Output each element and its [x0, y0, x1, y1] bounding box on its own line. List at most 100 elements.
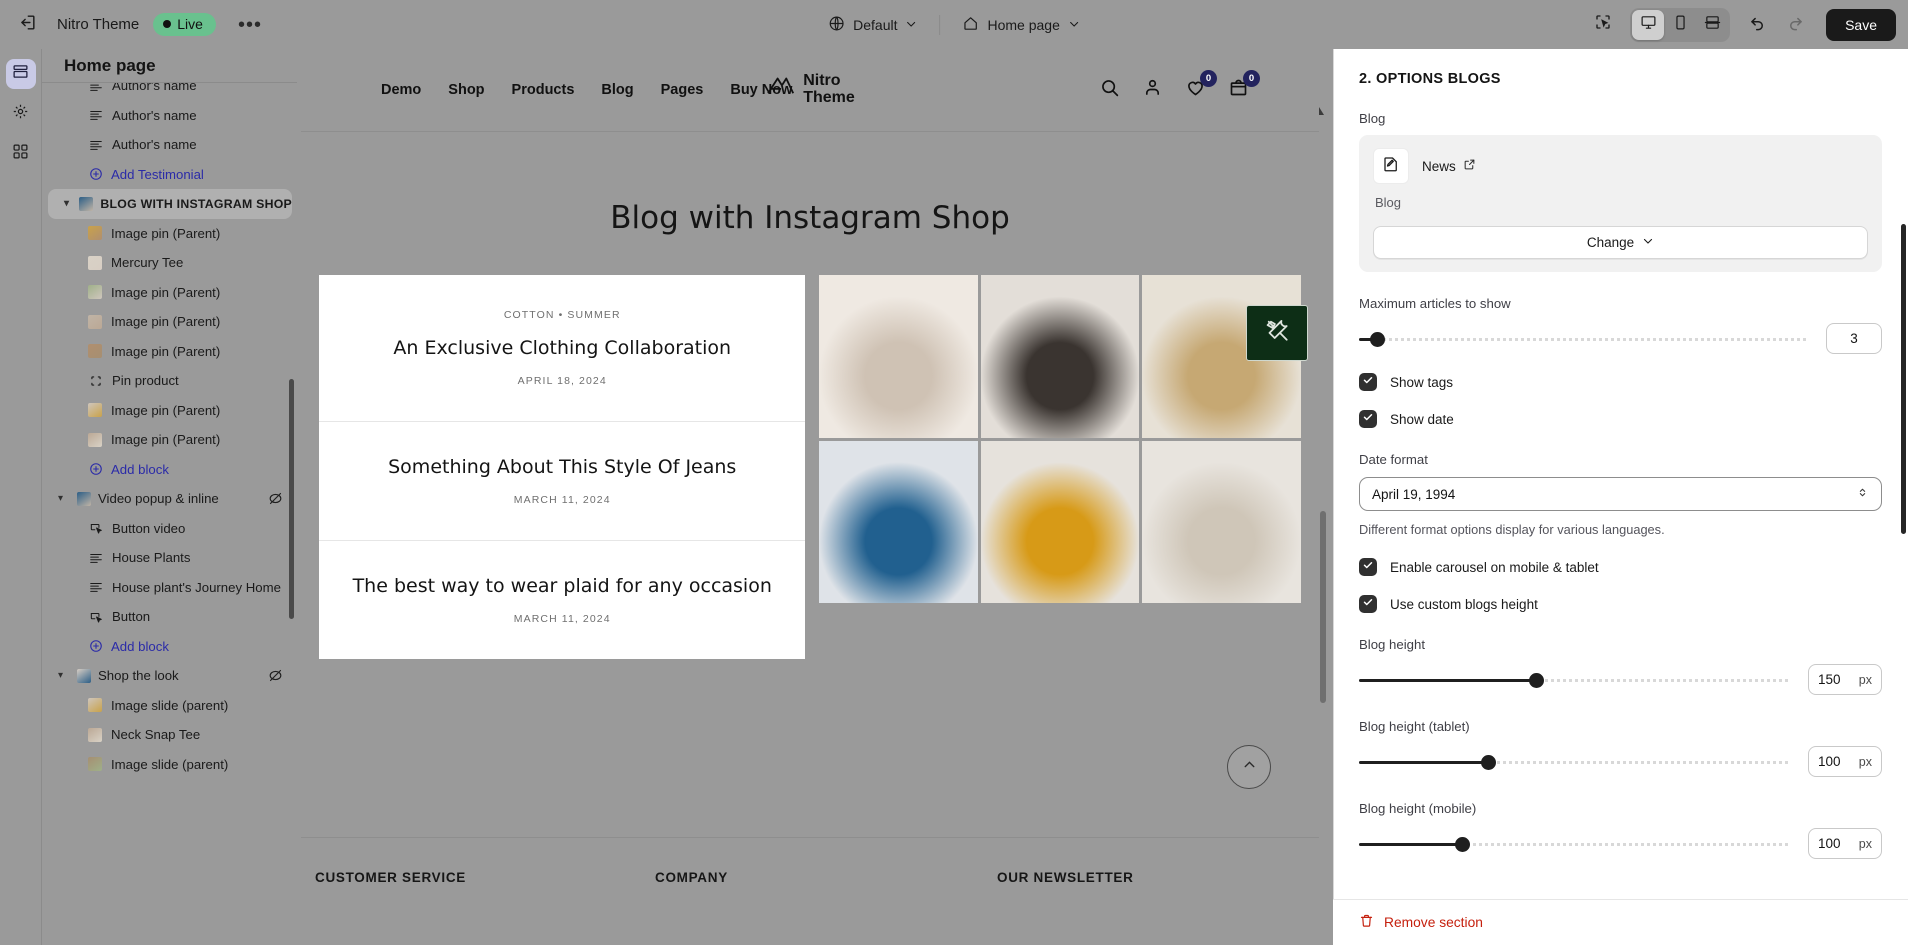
sidebar-item-button[interactable]: Button — [42, 602, 297, 632]
rail-settings-button[interactable] — [6, 99, 36, 129]
sidebar-item-pin-product[interactable]: Pin product — [42, 366, 297, 396]
show-date-checkbox-row[interactable]: Show date — [1359, 410, 1882, 428]
rail-apps-button[interactable] — [6, 139, 36, 169]
sidebar-item-image-pin-parent[interactable]: Image pin (Parent) — [42, 307, 297, 337]
sidebar-section-video-popup-inline[interactable]: ▾ Video popup & inline — [42, 484, 297, 514]
show-date-checkbox[interactable] — [1359, 410, 1377, 428]
use-custom-height-checkbox[interactable] — [1359, 595, 1377, 614]
gallery-image-woman-white-bag[interactable] — [1142, 440, 1301, 603]
nav-link-blog[interactable]: Blog — [601, 82, 633, 98]
sidebar-item-label: BLOG WITH INSTAGRAM SHOP — [100, 196, 292, 211]
cart-button[interactable]: 0 — [1228, 70, 1260, 103]
external-link-icon[interactable] — [1463, 158, 1476, 174]
max-articles-input[interactable]: 3 — [1826, 323, 1882, 354]
sidebar-item-image-pin-parent[interactable]: Image pin (Parent) — [42, 396, 297, 426]
sidebar-item-author-s-name[interactable]: Author's name — [42, 130, 297, 160]
gallery-image-man-yellow-sweater[interactable] — [980, 440, 1140, 603]
change-blog-button[interactable]: Change — [1373, 226, 1868, 259]
search-button[interactable] — [1099, 77, 1120, 103]
undo-button[interactable] — [1740, 8, 1774, 42]
chevron-down-icon[interactable]: ▾ — [58, 670, 70, 681]
blog-height-tablet-slider[interactable] — [1359, 754, 1790, 770]
gallery-image-woman-black-coat[interactable] — [980, 275, 1140, 438]
sidebar-item-image-pin-parent[interactable]: Image pin (Parent) — [42, 219, 297, 249]
sidebar-item-image-slide-parent[interactable]: Image slide (parent) — [42, 691, 297, 721]
sidebar-item-house-plant-s-journey-home[interactable]: House plant's Journey Home — [42, 573, 297, 603]
sidebar-item-image-pin-parent[interactable]: Image pin (Parent) — [42, 337, 297, 367]
sidebar-item-image-pin-parent[interactable]: Image pin (Parent) — [42, 278, 297, 308]
sidebar-item-image-slide-parent[interactable]: Image slide (parent) — [42, 750, 297, 780]
sidebar-list[interactable]: Author's name Author's name Author's name A… — [42, 83, 297, 945]
slider-knob[interactable] — [1455, 836, 1471, 852]
use-custom-height-checkbox-row[interactable]: Use custom blogs height — [1359, 595, 1882, 614]
rail-sections-button[interactable] — [5, 59, 36, 89]
enable-carousel-checkbox[interactable] — [1359, 558, 1377, 577]
account-button[interactable] — [1142, 77, 1163, 103]
enable-carousel-label: Enable carousel on mobile & tablet — [1390, 559, 1599, 575]
sidebar-item-house-plants[interactable]: House Plants — [42, 543, 297, 573]
blog-height-tablet-input[interactable]: 100 px — [1808, 746, 1882, 778]
chevron-down-icon[interactable]: ▾ — [64, 198, 72, 209]
back-to-top-button[interactable] — [1227, 745, 1271, 789]
gallery-image-man-blue-jacket[interactable] — [819, 440, 978, 603]
blog-card-name-wrap[interactable]: News — [1422, 158, 1476, 174]
sidebar-item-author-s-name[interactable]: Author's name — [42, 83, 297, 101]
exit-editor-button[interactable] — [10, 8, 44, 42]
blog-height-mobile-slider[interactable] — [1359, 836, 1790, 852]
sidebar-item-image-pin-parent[interactable]: Image pin (Parent) — [42, 425, 297, 455]
slider-knob[interactable] — [1481, 754, 1497, 770]
blog-height-mobile-input[interactable]: 100 px — [1808, 828, 1882, 860]
sidebar-scrollbar[interactable] — [289, 379, 294, 619]
preview-scrollbar[interactable] — [1320, 511, 1326, 703]
sidebar-section-blog-with-instagram-shop[interactable]: ▾ BLOG WITH INSTAGRAM SHOP — [48, 189, 292, 219]
sidebar-item-neck-snap-tee[interactable]: Neck Snap Tee — [42, 720, 297, 750]
chevron-down-icon[interactable]: ▾ — [58, 493, 70, 504]
sidebar-item-label: Author's name — [112, 107, 197, 123]
date-format-select[interactable]: April 19, 1994 — [1359, 477, 1882, 511]
nav-link-shop[interactable]: Shop — [448, 82, 484, 98]
max-articles-slider[interactable] — [1359, 331, 1808, 347]
blog-height-slider[interactable] — [1359, 672, 1790, 688]
section-tools-button[interactable] — [1246, 305, 1308, 361]
article-card[interactable]: Something About This Style Of Jeans MARCH… — [319, 422, 806, 541]
more-options-button[interactable]: ••• — [230, 15, 270, 35]
enable-carousel-checkbox-row[interactable]: Enable carousel on mobile & tablet — [1359, 558, 1882, 577]
hide-section-icon[interactable] — [268, 668, 283, 683]
locale-selector[interactable]: Default — [818, 9, 927, 41]
save-button[interactable]: Save — [1826, 8, 1896, 41]
storefront-logo[interactable]: Nitro Theme — [765, 72, 855, 107]
redo-button[interactable] — [1778, 8, 1812, 42]
blog-height-mobile-unit: px — [1858, 836, 1872, 851]
sidebar-item-add-testimonial[interactable]: Add Testimonial — [42, 160, 297, 190]
storefront-header: Demo Shop Products Blog Pages Buy Now Nitro T… — [301, 49, 1319, 132]
article-title[interactable]: Something About This Style Of Jeans — [343, 456, 781, 478]
sidebar-item-author-s-name[interactable]: Author's name — [42, 101, 297, 131]
article-title[interactable]: An Exclusive Clothing Collaboration — [343, 337, 781, 359]
sidebar-item-add-block[interactable]: Add block — [42, 632, 297, 662]
slider-knob[interactable] — [1369, 331, 1385, 347]
nav-link-pages[interactable]: Pages — [661, 82, 704, 98]
blog-height-input[interactable]: 150 px — [1808, 664, 1882, 696]
gallery-image-woman-white-shirt[interactable] — [819, 275, 978, 438]
inspector-toggle-button[interactable] — [1586, 8, 1620, 42]
hide-section-icon[interactable] — [268, 491, 283, 506]
sidebar-item-button-video[interactable]: Button video — [42, 514, 297, 544]
show-tags-checkbox-row[interactable]: Show tags — [1359, 373, 1882, 391]
article-card[interactable]: COTTON • SUMMER An Exclusive Clothing Col… — [319, 275, 806, 422]
slider-knob[interactable] — [1528, 672, 1544, 688]
sidebar-item-add-block[interactable]: Add block — [42, 455, 297, 485]
show-tags-checkbox[interactable] — [1359, 373, 1377, 391]
article-card[interactable]: The best way to wear plaid for any occas… — [319, 541, 805, 659]
viewport-fullwidth-button[interactable] — [1696, 10, 1728, 40]
panel-scrollbar[interactable] — [1901, 224, 1906, 534]
remove-section-button[interactable]: Remove section — [1333, 899, 1908, 945]
wishlist-heart-button[interactable]: 0 — [1185, 70, 1217, 103]
sidebar-item-mercury-tee[interactable]: Mercury Tee — [42, 248, 297, 278]
nav-link-products[interactable]: Products — [512, 82, 575, 98]
sidebar-section-shop-the-look[interactable]: ▾ Shop the look — [42, 661, 297, 691]
viewport-mobile-button[interactable] — [1664, 10, 1696, 40]
article-title[interactable]: The best way to wear plaid for any occas… — [343, 575, 781, 597]
viewport-desktop-button[interactable] — [1632, 9, 1665, 40]
nav-link-demo[interactable]: Demo — [381, 82, 421, 98]
page-selector[interactable]: Home page — [952, 9, 1089, 41]
